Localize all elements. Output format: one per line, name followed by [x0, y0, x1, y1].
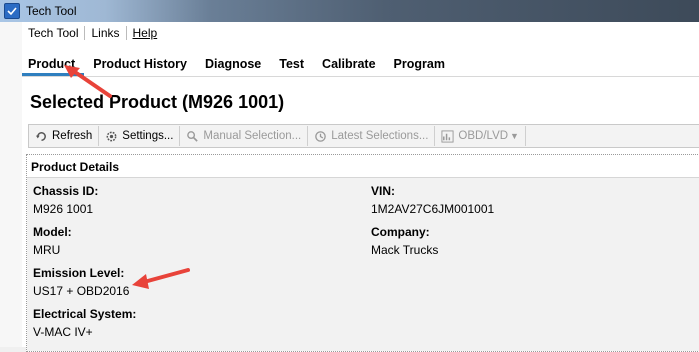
tab-test[interactable]: Test [270, 44, 313, 76]
tab-program[interactable]: Program [385, 44, 454, 76]
manual-selection-label: Manual Selection... [203, 130, 302, 142]
obd-lvd-label: OBD/LVD [458, 130, 509, 142]
gear-icon [106, 131, 117, 141]
product-details-panel: Product Details Chassis ID: M926 1001 VI… [26, 154, 699, 352]
search-icon [187, 130, 199, 142]
manual-selection-button[interactable]: Manual Selection... [180, 126, 309, 146]
refresh-icon [35, 131, 46, 141]
company-field: Company: Mack Trucks [371, 225, 438, 257]
settings-button[interactable]: Settings... [99, 126, 181, 146]
vin-value: 1M2AV27C6JM001001 [371, 202, 495, 216]
menu-tech-tool[interactable]: Tech Tool [22, 26, 86, 40]
arrow-annotation-product-tab [64, 65, 112, 98]
latest-selections-button[interactable]: Latest Selections... [308, 126, 436, 146]
title-bar: Tech Tool [0, 0, 699, 22]
settings-label: Settings... [122, 130, 174, 142]
obd-lvd-dropdown[interactable]: OBD/LVD ▼ [435, 126, 526, 146]
window-title: Tech Tool [26, 4, 77, 18]
panel-header: Product Details [27, 155, 699, 178]
clock-icon [315, 130, 327, 142]
app-icon [4, 3, 20, 19]
latest-selections-label: Latest Selections... [331, 130, 429, 142]
arrow-annotation-emission-level [132, 268, 190, 289]
tab-calibrate[interactable]: Calibrate [313, 44, 385, 76]
left-strip [0, 22, 22, 347]
emission-field: Emission Level: US17 + OBD2016 [33, 266, 129, 298]
model-label: Model: [33, 225, 72, 239]
company-value: Mack Trucks [371, 243, 439, 257]
chart-icon [441, 129, 454, 143]
electrical-value: V-MAC IV+ [33, 325, 93, 339]
menu-bar: Tech Tool Links Help [22, 22, 699, 45]
menu-links[interactable]: Links [85, 26, 127, 40]
emission-label: Emission Level: [33, 266, 125, 280]
electrical-field: Electrical System: V-MAC IV+ [33, 307, 136, 339]
vin-label: VIN: [371, 184, 395, 198]
model-field: Model: MRU [33, 225, 72, 257]
chassis-label: Chassis ID: [33, 184, 99, 198]
refresh-label: Refresh [52, 130, 93, 142]
electrical-label: Electrical System: [33, 307, 137, 321]
emission-value: US17 + OBD2016 [33, 284, 130, 298]
main-content: Product Product History Diagnose Test Ca… [22, 44, 699, 352]
chassis-value: M926 1001 [33, 202, 94, 216]
refresh-button[interactable]: Refresh [29, 126, 100, 146]
chevron-down-icon: ▼ [510, 131, 519, 141]
model-value: MRU [33, 243, 61, 257]
tab-diagnose[interactable]: Diagnose [196, 44, 270, 76]
company-label: Company: [371, 225, 430, 239]
menu-help[interactable]: Help [127, 26, 164, 40]
toolbar: Refresh Settings... Manual Selection... … [28, 124, 699, 148]
chassis-field: Chassis ID: M926 1001 [33, 184, 98, 216]
tab-bar: Product Product History Diagnose Test Ca… [22, 44, 699, 77]
vin-field: VIN: 1M2AV27C6JM001001 [371, 184, 494, 216]
